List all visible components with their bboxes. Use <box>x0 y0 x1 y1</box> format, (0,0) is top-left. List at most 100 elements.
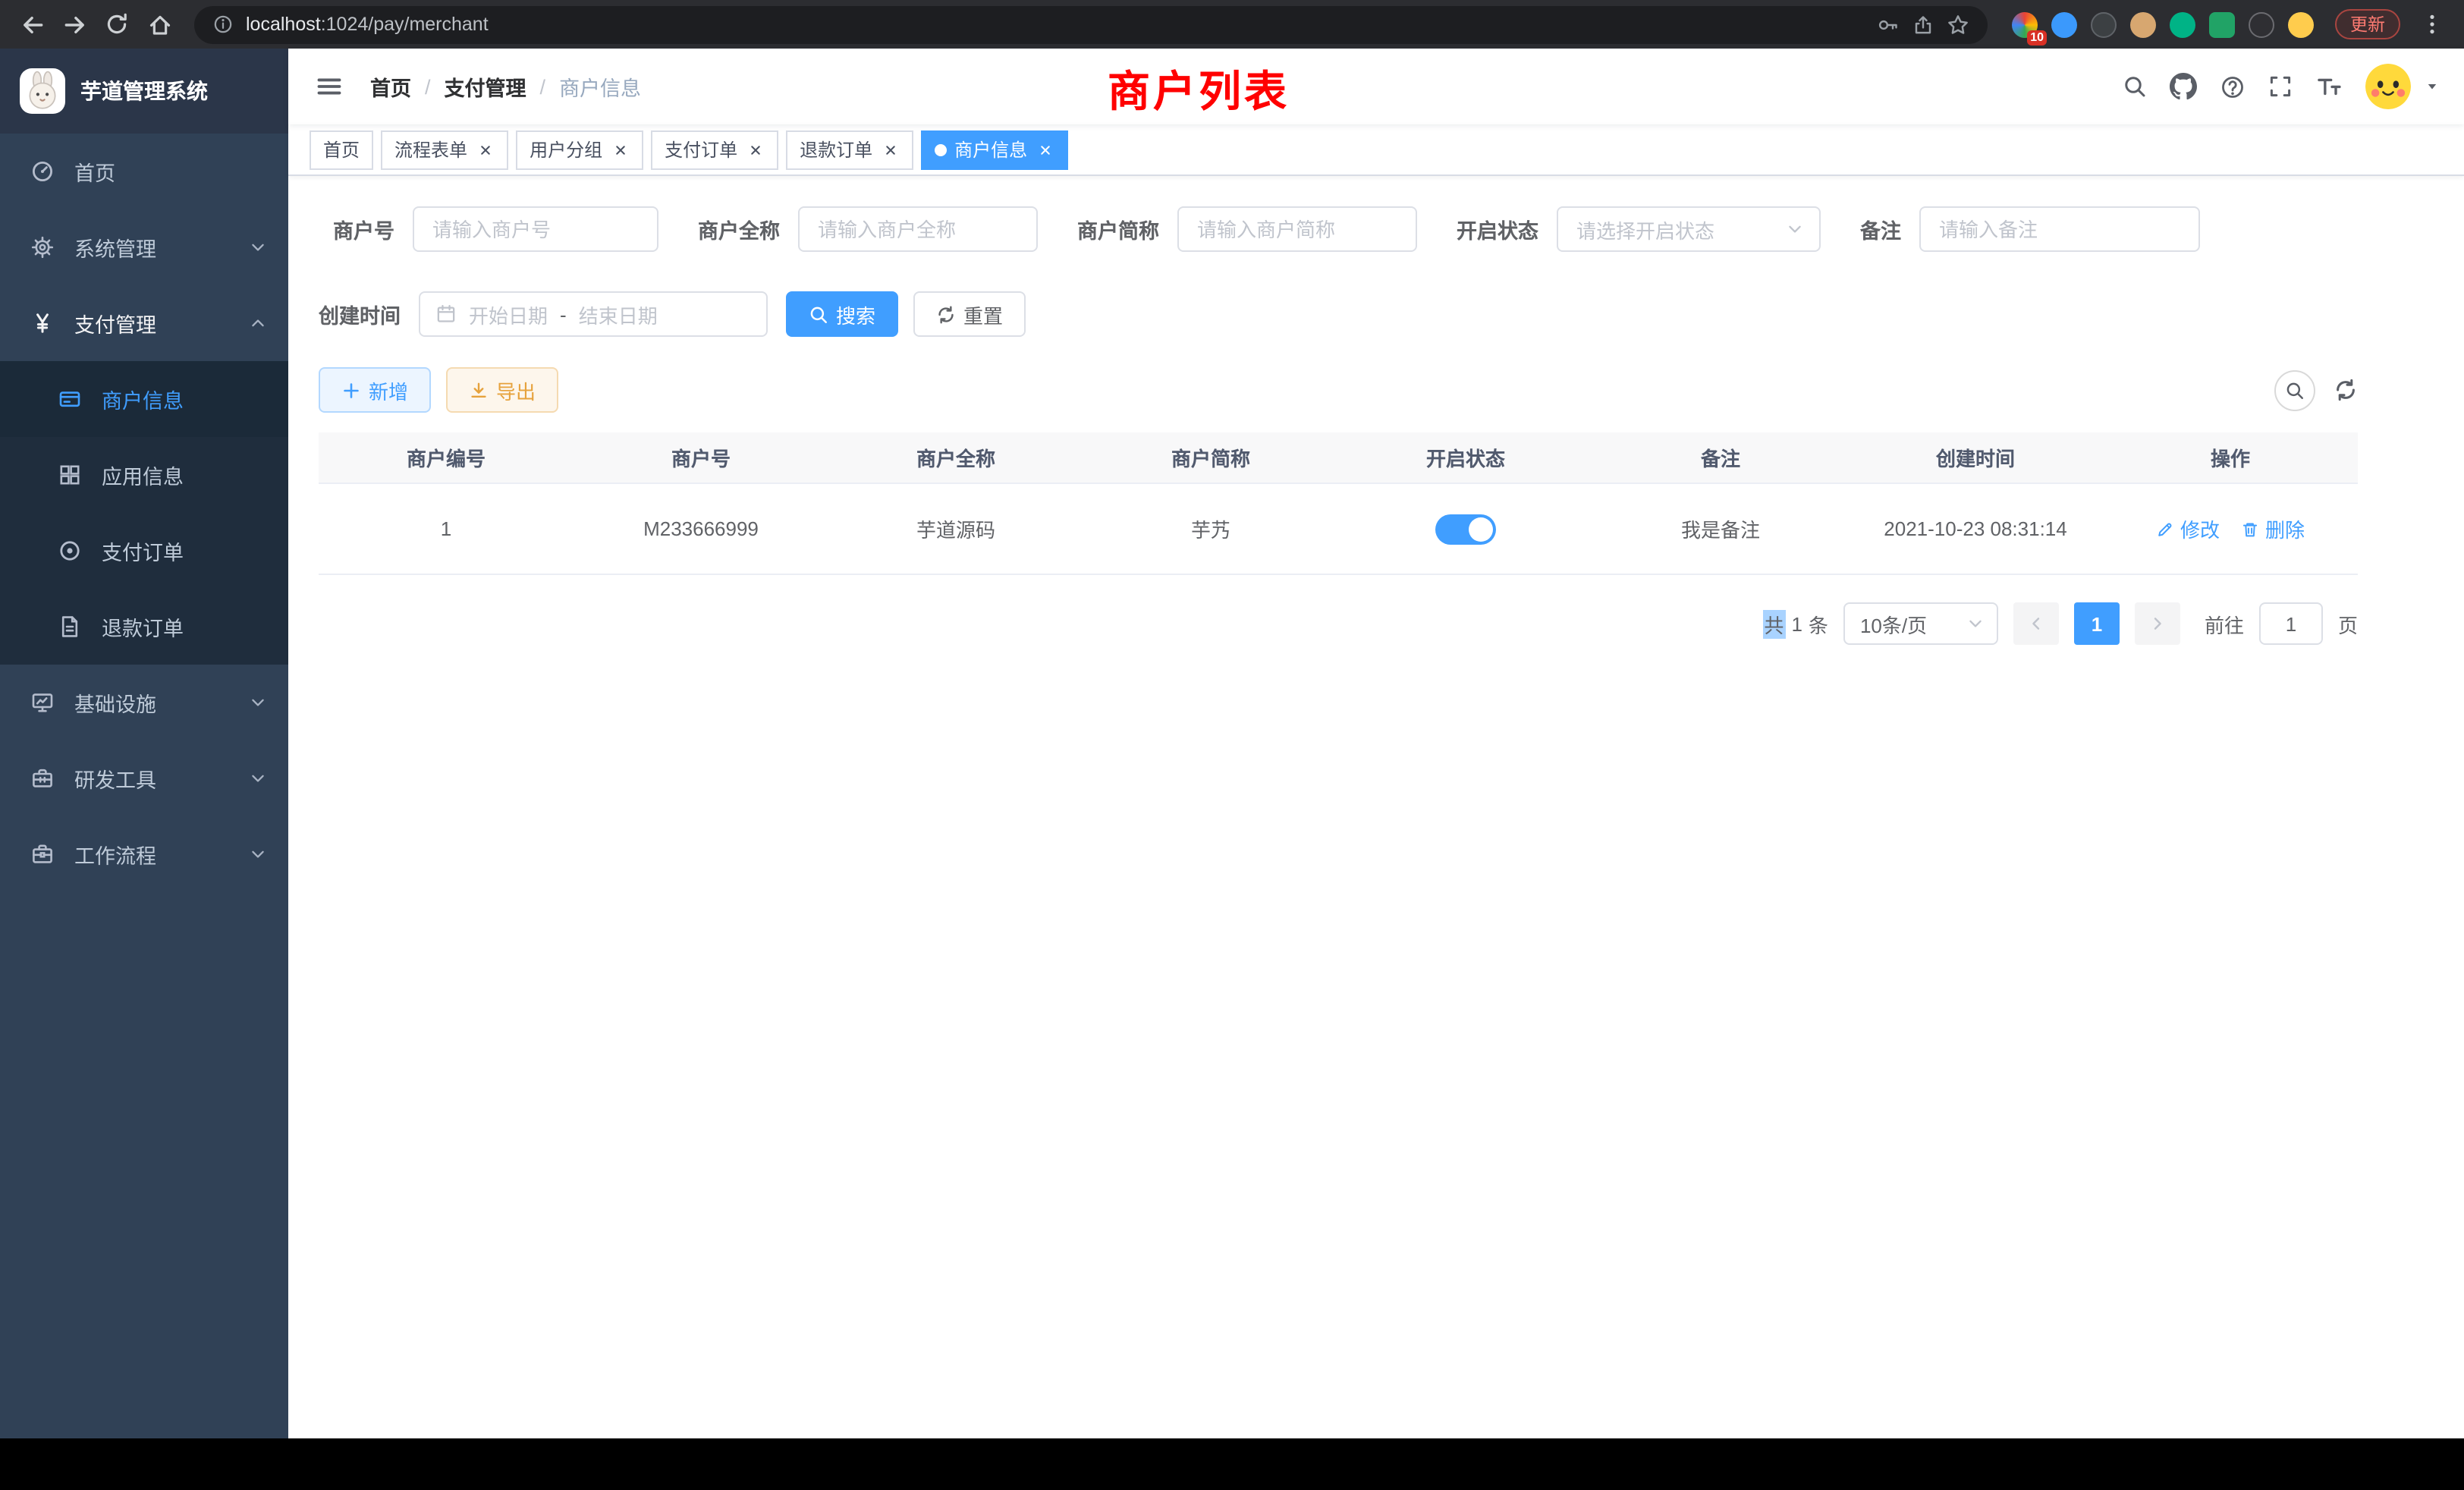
help-icon <box>2220 74 2246 99</box>
sidebar-item-app-info[interactable]: 应用信息 <box>0 437 288 513</box>
remark-label: 备注 <box>1860 214 1919 244</box>
status-select[interactable]: 请选择开启状态 <box>1557 206 1821 252</box>
edit-link[interactable]: 修改 <box>2156 514 2220 543</box>
bookmark-star-icon[interactable] <box>1947 13 1969 36</box>
export-button[interactable]: 导出 <box>446 367 558 413</box>
fullscreen-button[interactable] <box>2268 74 2293 99</box>
next-page-button[interactable] <box>2135 602 2180 645</box>
chevron-left-icon <box>2027 615 2045 633</box>
tab-merchant-info[interactable]: 商户信息 <box>921 130 1068 169</box>
breadcrumb: 首页 / 支付管理 / 商户信息 <box>370 71 641 102</box>
merchant-name-input[interactable] <box>798 206 1038 252</box>
close-icon[interactable] <box>475 140 495 159</box>
merchant-table: 商户编号 商户号 商户全称 商户简称 开启状态 备注 创建时间 操作 1 M23… <box>319 432 2358 575</box>
extension-knot[interactable] <box>2249 11 2274 37</box>
filter-row-1: 商户号 商户全称 商户简称 开启状态 请选择开启状态 <box>319 206 2434 252</box>
logo-avatar <box>20 68 65 114</box>
sidebar-item-payment-order[interactable]: 支付订单 <box>0 513 288 589</box>
tab-process-form[interactable]: 流程表单 <box>381 130 508 169</box>
column-header: 开启状态 <box>1338 432 1593 483</box>
extension-multicolor[interactable]: 10 <box>2012 11 2038 37</box>
page-number-button[interactable]: 1 <box>2074 602 2120 645</box>
home-button[interactable] <box>140 5 179 44</box>
chevron-down-icon <box>1786 220 1804 238</box>
pikachu-avatar-icon <box>2365 64 2411 109</box>
search-button[interactable]: 搜索 <box>786 291 898 337</box>
close-icon[interactable] <box>880 140 900 159</box>
merchant-short-name-input[interactable] <box>1177 206 1417 252</box>
merchant-short-name-field: 商户简称 <box>1077 206 1417 252</box>
merchant-no-field: 商户号 <box>319 206 658 252</box>
navbar: 首页 / 支付管理 / 商户信息 商户列表 <box>288 49 2464 124</box>
forward-button[interactable] <box>55 5 94 44</box>
remark-input[interactable] <box>1919 206 2200 252</box>
delete-link[interactable]: 删除 <box>2241 514 2305 543</box>
page-size-select[interactable]: 10条/页 <box>1843 602 1998 645</box>
create-time-range-picker[interactable]: 开始日期 - 结束日期 <box>419 291 768 337</box>
password-key-icon[interactable] <box>1877 13 1900 36</box>
breadcrumb-home[interactable]: 首页 <box>370 71 411 102</box>
breadcrumb-payment[interactable]: 支付管理 <box>445 71 526 102</box>
sidebar-item-home[interactable]: 首页 <box>0 134 288 209</box>
close-icon[interactable] <box>745 140 765 159</box>
sidebar-item-merchant-info[interactable]: 商户信息 <box>0 361 288 437</box>
avatar-dropdown-caret[interactable] <box>2425 79 2440 94</box>
merchant-no-input[interactable] <box>413 206 658 252</box>
remark-field: 备注 <box>1860 206 2200 252</box>
prev-page-button[interactable] <box>2013 602 2059 645</box>
reload-button[interactable] <box>97 5 137 44</box>
extension-green-circle[interactable] <box>2170 11 2195 37</box>
refresh-table-button[interactable] <box>2334 378 2358 402</box>
sidebar-item-devtools[interactable]: 研发工具 <box>0 740 288 816</box>
cell-merchant-no: M233666999 <box>574 484 828 574</box>
help-button[interactable] <box>2220 74 2246 99</box>
close-icon[interactable] <box>1035 140 1054 159</box>
close-icon[interactable] <box>610 140 630 159</box>
chevron-down-icon <box>249 693 267 712</box>
font-size-button[interactable] <box>2315 73 2343 100</box>
merchant-name-label: 商户全称 <box>698 214 798 244</box>
sidebar-item-infrastructure[interactable]: 基础设施 <box>0 665 288 740</box>
fullscreen-icon <box>2268 74 2293 99</box>
share-icon[interactable] <box>1912 13 1934 36</box>
sidebar-item-refund-order[interactable]: 退款订单 <box>0 589 288 665</box>
tab-user-group[interactable]: 用户分组 <box>516 130 643 169</box>
extension-emoji[interactable] <box>2288 11 2314 37</box>
tab-home[interactable]: 首页 <box>310 130 373 169</box>
sidebar-item-workflow[interactable]: 工作流程 <box>0 816 288 892</box>
browser-update-button[interactable]: 更新 <box>2335 9 2400 39</box>
extension-blue[interactable] <box>2051 11 2077 37</box>
goto-page-input[interactable] <box>2259 602 2323 645</box>
trash-icon <box>2241 520 2259 538</box>
edit-link-label: 修改 <box>2180 514 2220 543</box>
github-button[interactable] <box>2170 73 2197 100</box>
status-switch[interactable] <box>1435 514 1496 544</box>
url-bar[interactable]: localhost:1024/pay/merchant <box>194 5 1988 43</box>
extension-dark[interactable] <box>2091 11 2117 37</box>
add-button[interactable]: 新增 <box>319 367 431 413</box>
browser-menu-button[interactable] <box>2412 5 2452 44</box>
toggle-search-button[interactable] <box>2274 369 2315 410</box>
tab-payment-order[interactable]: 支付订单 <box>651 130 778 169</box>
chevron-right-icon <box>2148 615 2167 633</box>
sidebar-item-label: 基础设施 <box>74 687 156 718</box>
back-button[interactable] <box>12 5 52 44</box>
tab-refund-order[interactable]: 退款订单 <box>786 130 913 169</box>
extension-avatar[interactable] <box>2130 11 2156 37</box>
extension-green-square[interactable] <box>2209 11 2235 37</box>
sidebar-item-payment[interactable]: 支付管理 <box>0 285 288 361</box>
tags-view: 首页 流程表单 用户分组 支付订单 退款订单 <box>288 124 2464 176</box>
header-search-button[interactable] <box>2123 74 2147 99</box>
document-icon <box>58 615 82 639</box>
tab-label: 用户分组 <box>530 137 602 162</box>
download-icon <box>469 380 489 400</box>
sidebar-item-system[interactable]: 系统管理 <box>0 209 288 285</box>
reset-button[interactable]: 重置 <box>913 291 1026 337</box>
user-avatar[interactable] <box>2365 64 2411 109</box>
hamburger-button[interactable] <box>313 70 346 103</box>
status-field: 开启状态 请选择开启状态 <box>1457 206 1821 252</box>
chevron-down-icon <box>249 769 267 787</box>
site-info-icon[interactable] <box>212 14 234 35</box>
table-toolbar: 新增 导出 <box>319 367 2358 413</box>
app-logo[interactable]: 芋道管理系统 <box>0 49 288 134</box>
